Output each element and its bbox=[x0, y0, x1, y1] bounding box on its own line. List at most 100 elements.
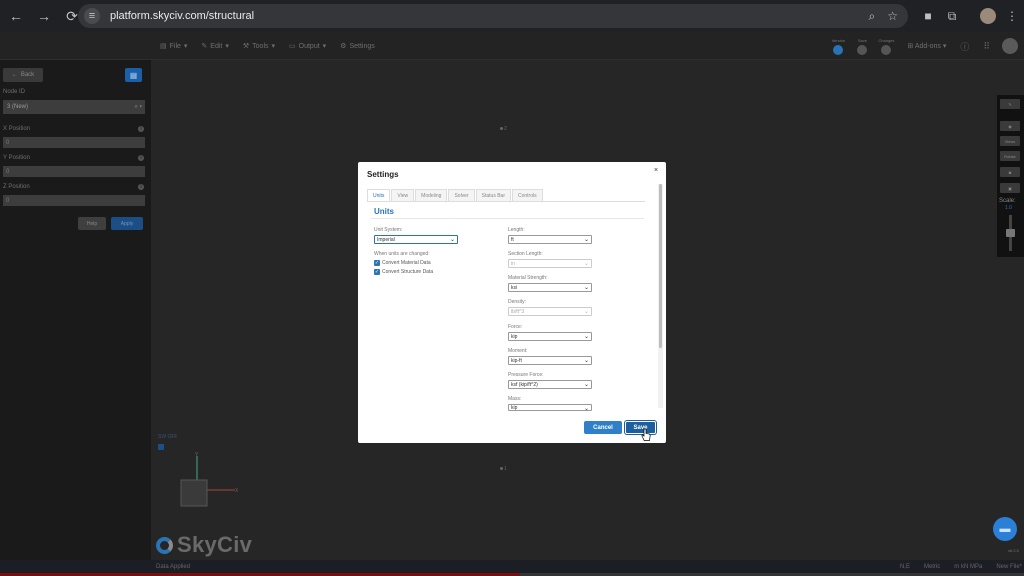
info-icon[interactable]: i bbox=[138, 126, 144, 132]
menu-tools[interactable]: ⚒ Tools ▾ bbox=[243, 42, 276, 51]
status-item-file[interactable]: New File* bbox=[996, 564, 1022, 570]
chevron-down-icon: ⌄ bbox=[583, 309, 589, 315]
chevron-down-icon: ⌄ bbox=[583, 358, 589, 364]
camera-icon[interactable]: ◙ bbox=[1000, 167, 1020, 177]
info-icon[interactable]: i bbox=[138, 155, 144, 161]
help-button[interactable]: Help bbox=[78, 217, 106, 230]
address-bar[interactable]: ≡ platform.skyciv.com/structural ⌕ ☆ bbox=[78, 4, 908, 28]
menu-file[interactable]: ▤ File ▾ bbox=[160, 42, 188, 51]
convert-material-checkbox[interactable]: ✓ Convert Material Data bbox=[374, 260, 431, 266]
node-1-dot[interactable] bbox=[500, 467, 503, 470]
z-position-input[interactable]: 0 bbox=[3, 195, 145, 206]
tab-solver[interactable]: Solver bbox=[448, 189, 475, 201]
chevron-down-icon: ▾ bbox=[183, 43, 188, 50]
info-icon[interactable]: i bbox=[138, 184, 144, 190]
settings-tabs: Units View Modeling Solver Status Bar Co… bbox=[367, 189, 544, 201]
version-button[interactable]: Version bbox=[827, 38, 849, 55]
cancel-button[interactable]: Cancel bbox=[584, 421, 622, 434]
url-text: platform.skyciv.com/structural bbox=[110, 10, 255, 22]
chevron-down-icon: ⌄ bbox=[583, 261, 589, 267]
menu-edit[interactable]: ✎ Edit ▾ bbox=[201, 42, 228, 51]
save-cloud-button[interactable]: Save bbox=[851, 38, 873, 55]
back-button[interactable]: ← Back bbox=[3, 68, 43, 82]
addons-menu[interactable]: ⊞ Add-ons ▾ bbox=[907, 42, 946, 50]
cube-icon[interactable]: ▣ bbox=[1000, 183, 1020, 193]
mass-select[interactable]: kip ⌄ bbox=[508, 404, 592, 411]
length-select[interactable]: ft ⌄ bbox=[508, 235, 592, 244]
section-length-label: Section Length: bbox=[508, 251, 543, 257]
tab-controls[interactable]: Controls bbox=[512, 189, 543, 201]
moment-value: kip-ft bbox=[511, 357, 522, 364]
node-2-dot[interactable] bbox=[500, 127, 503, 130]
tabs-divider bbox=[367, 201, 645, 202]
menu-output-label: Output bbox=[298, 42, 320, 50]
y-position-input[interactable]: 0 bbox=[3, 166, 145, 177]
menu-tools-label: Tools bbox=[252, 42, 269, 50]
skyciv-logo-text: SkyCiv bbox=[177, 532, 253, 557]
apply-button[interactable]: Apply bbox=[111, 217, 143, 230]
browser-menu-icon[interactable]: ⋮ bbox=[1002, 6, 1022, 26]
tab-modeling[interactable]: Modeling bbox=[415, 189, 448, 201]
axes-gizmo: Y X bbox=[180, 452, 239, 507]
apps-grid-icon[interactable]: ⠿ bbox=[983, 41, 990, 52]
pencil-icon: ✎ bbox=[201, 43, 208, 50]
table-icon: ▦ bbox=[129, 70, 138, 80]
extension-icon[interactable]: ■ bbox=[918, 6, 938, 26]
convert-structure-checkbox[interactable]: ✓ Convert Structure Data bbox=[374, 269, 433, 275]
help-circle-icon[interactable]: ⓘ bbox=[960, 40, 969, 53]
moment-select[interactable]: kip-ft ⌄ bbox=[508, 356, 592, 365]
profile-avatar[interactable] bbox=[978, 6, 998, 26]
close-icon[interactable]: × bbox=[654, 167, 658, 174]
convert-material-label: Convert Material Data bbox=[382, 260, 431, 266]
checkmark-icon: ✓ bbox=[374, 260, 380, 266]
skyciv-logo: SkyCiv bbox=[156, 532, 252, 558]
changes-label: Changes bbox=[878, 37, 895, 43]
pencil-icon[interactable]: ✎ bbox=[1000, 99, 1020, 109]
bookmark-star-icon[interactable]: ☆ bbox=[887, 9, 898, 24]
node-1-label: 1 bbox=[504, 466, 507, 472]
tab-units[interactable]: Units bbox=[367, 189, 391, 201]
node-id-select[interactable]: 3 (New) ⌕ ▾ bbox=[3, 100, 145, 114]
menu-settings[interactable]: ⚙ Settings bbox=[340, 42, 375, 51]
status-item-units[interactable]: m kN MPa bbox=[954, 564, 982, 570]
views-button[interactable]: Views bbox=[1000, 136, 1020, 146]
force-select[interactable]: kip ⌄ bbox=[508, 332, 592, 341]
eye-icon[interactable]: ◉ bbox=[1000, 121, 1020, 131]
table-view-button[interactable]: ▦ bbox=[125, 68, 142, 82]
chat-support-button[interactable]: ▬ bbox=[993, 517, 1017, 541]
back-arrow-icon[interactable]: ← bbox=[4, 4, 28, 28]
scale-slider-thumb[interactable] bbox=[1006, 229, 1015, 237]
settings-modal: Settings × Units View Modeling Solver St… bbox=[358, 162, 666, 443]
menu-output[interactable]: ▭ Output ▾ bbox=[289, 42, 326, 51]
user-avatar[interactable] bbox=[1002, 38, 1018, 54]
chevron-down-icon: ▾ bbox=[271, 43, 276, 50]
site-settings-icon[interactable]: ≡ bbox=[84, 8, 100, 24]
rotate-button[interactable]: Rotate bbox=[1000, 151, 1020, 161]
extensions-puzzle-icon[interactable]: ⧉ bbox=[942, 6, 962, 26]
force-value: kip bbox=[511, 333, 518, 340]
pressure-force-select[interactable]: ksf (kip/ft^2) ⌄ bbox=[508, 380, 592, 389]
density-label: Density: bbox=[508, 299, 527, 305]
forward-arrow-icon[interactable]: → bbox=[32, 4, 56, 28]
status-item-axis[interactable]: N,E bbox=[900, 564, 910, 570]
sw-toggle-label[interactable]: SW OFF bbox=[158, 434, 177, 440]
units-section-heading: Units bbox=[374, 207, 394, 216]
modal-scrollbar-thumb[interactable] bbox=[659, 184, 662, 348]
material-strength-select[interactable]: ksi ⌄ bbox=[508, 283, 592, 292]
length-value: ft bbox=[511, 236, 514, 243]
mass-value: kip bbox=[511, 404, 518, 411]
menu-file-label: File bbox=[169, 42, 181, 50]
zoom-icon[interactable]: ⌕ bbox=[869, 9, 876, 24]
status-item-units-system[interactable]: Metric bbox=[924, 564, 940, 570]
changes-button[interactable]: Changes bbox=[875, 38, 897, 55]
x-position-input[interactable]: 0 bbox=[3, 137, 145, 148]
length-label: Length: bbox=[508, 227, 525, 233]
tab-status-bar[interactable]: Status Bar bbox=[475, 189, 511, 201]
tab-view[interactable]: View bbox=[391, 189, 415, 201]
unit-system-select[interactable]: Imperial ⌄ bbox=[374, 235, 458, 244]
sw-toggle-icon[interactable] bbox=[158, 444, 164, 450]
x-position-label: X Position bbox=[3, 126, 31, 132]
section-length-value: in bbox=[511, 260, 515, 267]
search-icon[interactable]: ⌕ ▾ bbox=[134, 104, 142, 111]
back-label: Back bbox=[20, 72, 35, 78]
